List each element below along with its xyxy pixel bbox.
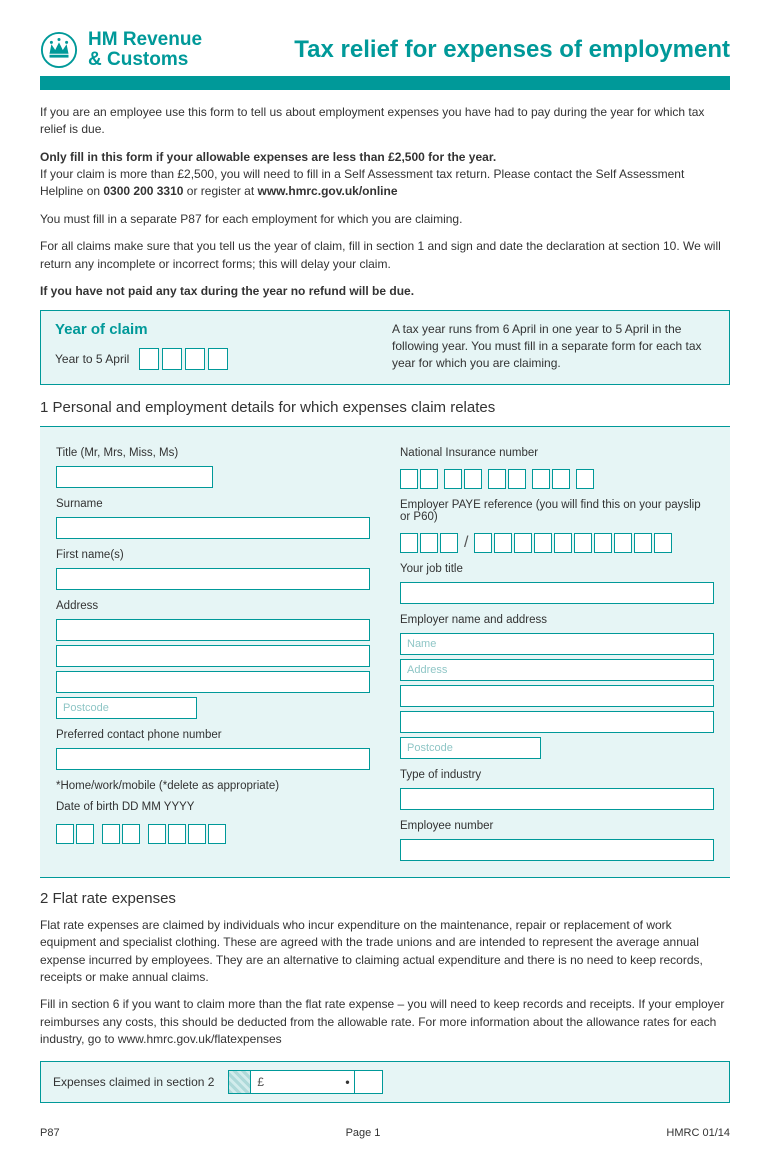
section-2-p2: Fill in section 6 if you want to claim m… — [40, 996, 730, 1048]
intro-p4: For all claims make sure that you tell u… — [40, 238, 730, 273]
form-version: HMRC 01/14 — [666, 1127, 730, 1139]
address-input-2[interactable] — [56, 645, 370, 667]
firstnames-input[interactable] — [56, 568, 370, 590]
section-2-heading: 2 Flat rate expenses — [40, 890, 730, 907]
page-number: Page 1 — [346, 1127, 381, 1139]
surname-label: Surname — [56, 498, 370, 510]
section-1-panel: Title (Mr, Mrs, Miss, Ms) Surname First … — [40, 426, 730, 878]
empno-input[interactable] — [400, 839, 714, 861]
firstnames-label: First name(s) — [56, 549, 370, 561]
hash-prefix-icon — [229, 1071, 251, 1093]
year-of-claim-box: Year of claim Year to 5 April A tax year… — [40, 310, 730, 384]
year-to-label: Year to 5 April — [55, 352, 129, 366]
title-input[interactable] — [56, 466, 213, 488]
section-1-heading: 1 Personal and employment details for wh… — [40, 399, 730, 416]
intro-p1: If you are an employee use this form to … — [40, 104, 730, 139]
hmrc-logo: HM Revenue & Customs — [40, 30, 202, 70]
intro-p5: If you have not paid any tax during the … — [40, 283, 730, 300]
industry-input[interactable] — [400, 788, 714, 810]
expenses-amount-input[interactable]: £ • — [228, 1070, 382, 1094]
year-explanation: A tax year runs from 6 April in one year… — [392, 321, 715, 371]
employer-address-input-2[interactable] — [400, 685, 714, 707]
section-2-text: Flat rate expenses are claimed by indivi… — [40, 917, 730, 1049]
org-name-line2: & Customs — [88, 50, 202, 70]
page-footer: P87 Page 1 HMRC 01/14 — [40, 1103, 730, 1145]
address-label: Address — [56, 600, 370, 612]
dob-label: Date of birth DD MM YYYY — [56, 801, 370, 813]
nino-label: National Insurance number — [400, 447, 714, 459]
dob-input[interactable] — [56, 824, 370, 844]
intro-text: If you are an employee use this form to … — [40, 104, 730, 301]
jobtitle-label: Your job title — [400, 563, 714, 575]
surname-input[interactable] — [56, 517, 370, 539]
header-divider-bar — [40, 76, 730, 90]
nino-input[interactable] — [400, 469, 714, 489]
employer-postcode-input[interactable]: Postcode — [400, 737, 541, 759]
phone-input[interactable] — [56, 748, 370, 770]
employer-address-input-1[interactable]: Address — [400, 659, 714, 681]
crown-icon — [40, 31, 78, 69]
section-1-left-column: Title (Mr, Mrs, Miss, Ms) Surname First … — [56, 441, 370, 861]
decimal-point: • — [341, 1075, 353, 1089]
year-input-boxes[interactable] — [139, 348, 228, 370]
header: HM Revenue & Customs Tax relief for expe… — [40, 30, 730, 70]
paye-input[interactable]: / — [400, 533, 714, 553]
postcode-input[interactable]: Postcode — [56, 697, 197, 719]
year-of-claim-heading: Year of claim — [55, 321, 352, 338]
employer-address-input-3[interactable] — [400, 711, 714, 733]
org-name-line1: HM Revenue — [88, 30, 202, 50]
form-code: P87 — [40, 1127, 60, 1139]
section-2-p1: Flat rate expenses are claimed by indivi… — [40, 917, 730, 987]
phone-label: Preferred contact phone number — [56, 729, 370, 741]
employer-name-input[interactable]: Name — [400, 633, 714, 655]
jobtitle-input[interactable] — [400, 582, 714, 604]
intro-p3: You must fill in a separate P87 for each… — [40, 211, 730, 228]
phone-note: *Home/work/mobile (*delete as appropriat… — [56, 780, 370, 792]
slash-separator: / — [464, 534, 468, 552]
employer-label: Employer name and address — [400, 614, 714, 626]
section-2-amount-bar: Expenses claimed in section 2 £ • — [40, 1061, 730, 1103]
section-1-right-column: National Insurance number Employer PAYE … — [400, 441, 714, 861]
address-input-3[interactable] — [56, 671, 370, 693]
intro-p2: Only fill in this form if your allowable… — [40, 149, 730, 201]
empno-label: Employee number — [400, 820, 714, 832]
paye-label: Employer PAYE reference (you will find t… — [400, 499, 714, 523]
page-title: Tax relief for expenses of employment — [294, 36, 730, 64]
address-input-1[interactable] — [56, 619, 370, 641]
industry-label: Type of industry — [400, 769, 714, 781]
title-label: Title (Mr, Mrs, Miss, Ms) — [56, 447, 370, 459]
expenses-claimed-label: Expenses claimed in section 2 — [53, 1075, 214, 1089]
